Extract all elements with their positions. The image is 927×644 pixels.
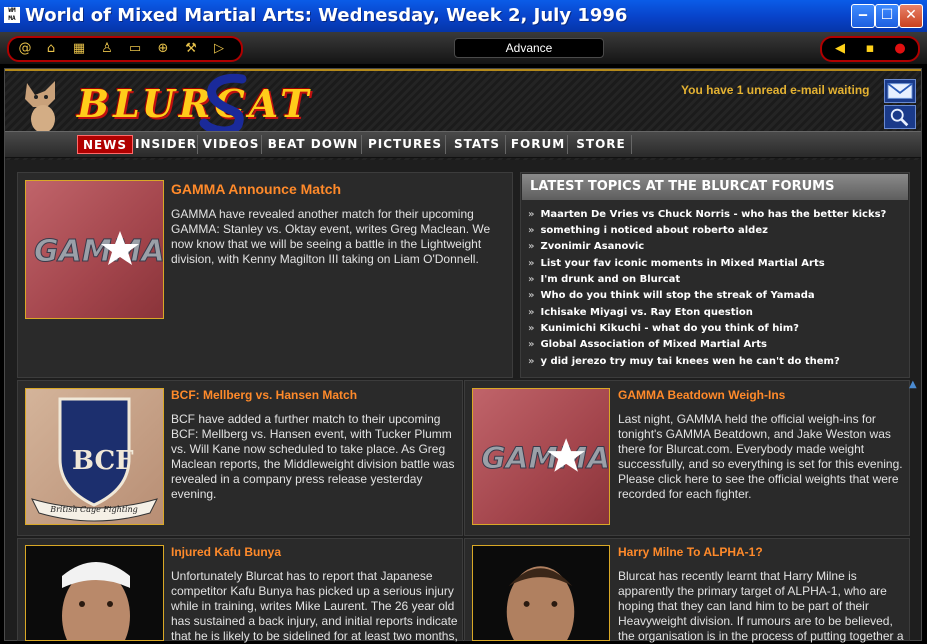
bcf-thumbnail[interactable]: BCF British Cage Fighting: [25, 388, 164, 525]
forum-topic-label[interactable]: I'm drunk and on Blurcat: [540, 274, 680, 285]
forum-topic[interactable]: » I'm drunk and on Blurcat: [528, 274, 680, 285]
gamma-thumbnail[interactable]: GAMMA: [25, 180, 164, 319]
save-icon[interactable]: ▪: [862, 41, 878, 57]
globe-icon[interactable]: ⊕: [155, 41, 171, 57]
article-body: BCF have added a further match to their …: [171, 412, 455, 501]
bullet-icon: »: [528, 307, 535, 318]
advance-button[interactable]: Advance: [454, 38, 604, 58]
fighter-portrait-harry-milne[interactable]: [472, 545, 610, 641]
forum-topic-label[interactable]: Maarten De Vries vs Chuck Norris - who h…: [540, 209, 886, 220]
nav-forum[interactable]: FORUM: [509, 135, 568, 154]
home-icon[interactable]: ⌂: [43, 41, 59, 57]
gamma-thumbnail[interactable]: GAMMA: [472, 388, 610, 525]
bullet-icon: »: [528, 323, 535, 334]
bullet-icon: »: [528, 209, 535, 220]
nav-beat-down[interactable]: BEAT DOWN: [265, 135, 362, 154]
forum-topic[interactable]: » y did jerezo try muy tai knees wen he c…: [528, 356, 840, 367]
forum-topic-label[interactable]: Zvonimir Asanovic: [540, 241, 644, 252]
fighter-portrait-kafu-bunya[interactable]: [25, 545, 164, 641]
game-toolbar: @ ⌂ ▦ ♙ ▭ ⊕ ⚒ ▷ Advance ◀ ▪ ●: [0, 32, 927, 65]
article-headline[interactable]: BCF: Mellberg vs. Hansen Match: [171, 388, 357, 402]
toolbar-left-group: @ ⌂ ▦ ♙ ▭ ⊕ ⚒ ▷: [7, 36, 243, 62]
logo-swoosh-icon: [199, 73, 247, 135]
tools-icon[interactable]: ⚒: [183, 41, 199, 57]
forum-topic-label[interactable]: y did jerezo try muy tai knees wen he ca…: [540, 356, 839, 367]
bullet-icon: »: [528, 225, 535, 236]
window-title: World of Mixed Martial Arts: Wednesday, …: [25, 5, 628, 26]
blurcat-logo[interactable]: BLURCAT: [77, 81, 312, 126]
window-titlebar: WM MA World of Mixed Martial Arts: Wedne…: [0, 0, 927, 32]
monitor-icon[interactable]: ▭: [127, 41, 143, 57]
minimize-button[interactable]: ‒: [851, 4, 875, 28]
back-icon[interactable]: ◀: [832, 41, 848, 57]
forum-topic[interactable]: » Ichisake Miyagi vs. Ray Eton question: [528, 307, 753, 318]
play-icon[interactable]: ▷: [211, 41, 227, 57]
forum-topic-label[interactable]: Ichisake Miyagi vs. Ray Eton question: [540, 307, 752, 318]
bullet-icon: »: [528, 274, 535, 285]
bcf-logo-text: BCF: [72, 446, 134, 476]
forum-topic-label[interactable]: Who do you think will stop the streak of…: [540, 290, 814, 301]
nav-insider[interactable]: INSIDER: [135, 135, 198, 154]
forum-topic-label[interactable]: Global Association of Mixed Martial Arts: [540, 339, 766, 350]
bullet-icon: »: [528, 290, 535, 301]
nav-news[interactable]: NEWS: [77, 135, 133, 154]
close-button[interactable]: ✕: [899, 4, 923, 28]
forum-heading: LATEST TOPICS AT THE BLURCAT FORUMS: [522, 174, 908, 200]
bullet-icon: »: [528, 241, 535, 252]
forum-topic-label[interactable]: something i noticed about roberto aldez: [540, 225, 767, 236]
nav-stats[interactable]: STATS: [449, 135, 506, 154]
maximize-button[interactable]: ☐: [875, 4, 899, 28]
site-nav: NEWS INSIDER VIDEOS BEAT DOWN PICTURES S…: [5, 131, 921, 158]
forum-topic[interactable]: » Maarten De Vries vs Chuck Norris - who …: [528, 209, 886, 220]
quit-icon[interactable]: ●: [892, 41, 908, 57]
article-headline[interactable]: GAMMA Announce Match: [171, 181, 341, 197]
article-headline[interactable]: Harry Milne To ALPHA-1?: [618, 545, 763, 559]
search-icon[interactable]: [884, 105, 916, 129]
gamma-logo-text: GAMMA: [481, 441, 609, 475]
bullet-icon: »: [528, 356, 535, 367]
app-icon: WM MA: [4, 7, 20, 23]
forum-topic[interactable]: » Kunimichi Kikuchi - what do you think o…: [528, 323, 799, 334]
article-body: Last night, GAMMA held the official weig…: [618, 412, 903, 501]
nav-store[interactable]: STORE: [571, 135, 632, 154]
toolbar-right-group: ◀ ▪ ●: [820, 36, 920, 62]
person-icon[interactable]: ♙: [99, 41, 115, 57]
nav-pictures[interactable]: PICTURES: [365, 135, 446, 154]
forum-topic-label[interactable]: List your fav iconic moments in Mixed Ma…: [540, 258, 824, 269]
article-headline[interactable]: GAMMA Beatdown Weigh-Ins: [618, 388, 785, 402]
bcf-banner-text: British Cage Fighting: [49, 505, 138, 514]
building-icon[interactable]: ▦: [71, 41, 87, 57]
bullet-icon: »: [528, 258, 535, 269]
scroll-up-icon[interactable]: ▲: [909, 379, 921, 391]
at-icon[interactable]: @: [17, 41, 33, 57]
mail-icon[interactable]: [884, 79, 916, 103]
article-body: GAMMA have revealed another match for th…: [171, 207, 491, 266]
forum-topic[interactable]: » Global Association of Mixed Martial Art…: [528, 339, 767, 350]
forum-topic[interactable]: » Zvonimir Asanovic: [528, 241, 644, 252]
email-notice[interactable]: You have 1 unread e-mail waiting: [681, 83, 870, 97]
forum-topic[interactable]: » Who do you think will stop the streak o…: [528, 290, 815, 301]
nav-videos[interactable]: VIDEOS: [201, 135, 262, 154]
forum-topic-label[interactable]: Kunimichi Kikuchi - what do you think of…: [540, 323, 799, 334]
forum-topic[interactable]: » List your fav iconic moments in Mixed M…: [528, 258, 825, 269]
article-body: Unfortunately Blurcat has to report that…: [171, 569, 458, 643]
bullet-icon: »: [528, 339, 535, 350]
article-headline[interactable]: Injured Kafu Bunya: [171, 545, 281, 559]
gamma-logo-text: GAMMA: [34, 234, 163, 269]
article-body: Blurcat has recently learnt that Harry M…: [618, 569, 904, 643]
forum-topic[interactable]: » something i noticed about roberto aldez: [528, 225, 768, 236]
